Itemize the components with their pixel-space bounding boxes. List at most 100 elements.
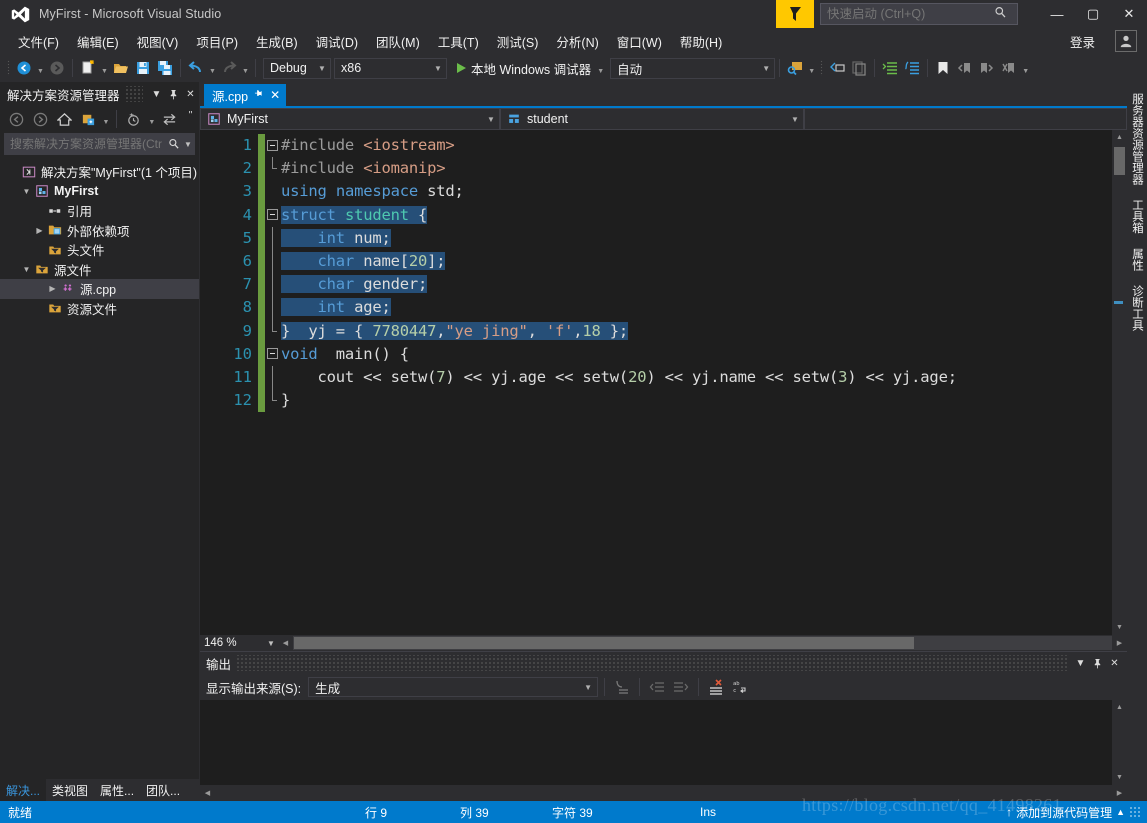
- status-source-control[interactable]: 添加到源代码管理: [1016, 804, 1112, 821]
- scroll-right-icon[interactable]: ▶: [1112, 789, 1127, 797]
- scroll-up-icon[interactable]: ▲: [1112, 130, 1127, 145]
- output-body[interactable]: ▲ ▼: [200, 700, 1127, 785]
- code-line[interactable]: #include <iostream>: [281, 134, 1103, 157]
- output-horizontal-scrollbar[interactable]: ◀ ▶: [200, 785, 1127, 801]
- publish-arrow-icon[interactable]: ↑: [1006, 805, 1012, 819]
- chevron-down-icon[interactable]: ▼: [430, 64, 446, 73]
- pending-changes-dropdown-icon[interactable]: ▼: [146, 108, 157, 130]
- pin-icon[interactable]: [165, 84, 182, 104]
- zoom-chevron-down-icon[interactable]: ▼: [264, 639, 278, 648]
- document-tab-source-cpp[interactable]: 源.cpp ✕: [204, 84, 287, 106]
- previous-message-icon[interactable]: [646, 676, 668, 698]
- status-caret-up-icon[interactable]: ▲: [1116, 807, 1125, 817]
- expander[interactable]: ▼: [20, 187, 33, 196]
- code-line[interactable]: char name[20];: [281, 250, 1103, 273]
- save-icon[interactable]: [132, 57, 154, 79]
- find-in-files-icon[interactable]: [784, 57, 806, 79]
- code-line[interactable]: }: [281, 389, 1103, 412]
- home-icon[interactable]: [53, 108, 76, 130]
- window-resize-grip[interactable]: [1129, 806, 1141, 818]
- show-all-files-icon[interactable]: [77, 108, 100, 130]
- quick-launch-input[interactable]: [821, 7, 989, 21]
- output-vertical-scrollbar[interactable]: ▲ ▼: [1112, 700, 1127, 785]
- code-surface[interactable]: 1 2 3 4 5 6 7 8 9 10 11 12 #include <ios…: [200, 130, 1103, 635]
- tree-row-header-files[interactable]: 头文件: [0, 240, 199, 260]
- menu-team[interactable]: 团队(M): [367, 30, 429, 53]
- editor-vertical-scrollbar[interactable]: ▲ ▼: [1112, 130, 1127, 635]
- navbar-member-combo[interactable]: student ▼: [500, 108, 804, 130]
- quick-launch-box[interactable]: [820, 3, 1018, 25]
- collapse-icon[interactable]: [267, 348, 278, 360]
- toggle-bookmark-icon[interactable]: [932, 57, 954, 79]
- outlining-margin[interactable]: [265, 130, 281, 635]
- scroll-right-icon[interactable]: ▶: [1112, 639, 1127, 647]
- output-drag-handle[interactable]: [236, 655, 1067, 671]
- tree-row-project[interactable]: ▼ MyFirst: [0, 182, 199, 202]
- expander[interactable]: ▶: [46, 284, 59, 293]
- solution-platform-combo[interactable]: x86 ▼: [334, 57, 447, 79]
- menu-analyze[interactable]: 分析(N): [547, 30, 607, 53]
- close-icon[interactable]: ✕: [182, 84, 199, 104]
- menu-project[interactable]: 项目(P): [187, 30, 247, 53]
- next-message-icon[interactable]: [670, 676, 692, 698]
- vtab-properties[interactable]: 属性: [1127, 241, 1147, 278]
- menu-help[interactable]: 帮助(H): [671, 30, 731, 53]
- code-line[interactable]: struct student {: [281, 204, 1103, 227]
- go-to-message-icon[interactable]: [611, 676, 633, 698]
- tab-properties[interactable]: 属性...: [94, 779, 140, 801]
- navbar-extra-combo[interactable]: [804, 108, 1127, 130]
- find-dropdown-icon[interactable]: ▼: [806, 57, 817, 79]
- clear-all-icon[interactable]: [705, 676, 727, 698]
- debug-target-combo[interactable]: 自动 ▼: [610, 57, 776, 79]
- next-bookmark-icon[interactable]: [976, 57, 998, 79]
- increase-indent-icon[interactable]: [879, 57, 901, 79]
- code-editor[interactable]: 1 2 3 4 5 6 7 8 9 10 11 12 #include <ios…: [200, 130, 1127, 635]
- menu-file[interactable]: 文件(F): [9, 30, 68, 53]
- menu-build[interactable]: 生成(B): [247, 30, 307, 53]
- chevron-down-icon[interactable]: ▼: [787, 115, 803, 124]
- code-line[interactable]: int age;: [281, 296, 1103, 319]
- vtab-server-explorer[interactable]: 服务器资源管理器: [1127, 86, 1147, 192]
- tab-solution-explorer[interactable]: 解决...: [0, 779, 47, 801]
- pin-icon[interactable]: [1089, 653, 1106, 673]
- redo-dropdown-icon[interactable]: ▼: [240, 57, 251, 79]
- scroll-up-icon[interactable]: ▲: [1112, 700, 1127, 715]
- tab-class-view[interactable]: 类视图: [46, 779, 94, 801]
- toolbar-overflow-icon[interactable]: ": [182, 109, 199, 129]
- menu-edit[interactable]: 编辑(E): [68, 30, 128, 53]
- menu-tools[interactable]: 工具(T): [429, 30, 488, 53]
- panel-menu-chevron-down-icon[interactable]: ▼: [148, 84, 165, 104]
- maximize-button[interactable]: ▢: [1075, 0, 1111, 28]
- menu-debug[interactable]: 调试(D): [307, 30, 367, 53]
- collapse-icon[interactable]: [267, 209, 278, 221]
- close-button[interactable]: ✕: [1111, 0, 1147, 28]
- expander[interactable]: ▶: [33, 226, 46, 235]
- show-all-files-dropdown-icon[interactable]: ▼: [101, 108, 112, 130]
- start-debugging-button[interactable]: 本地 Windows 调试器: [453, 57, 595, 79]
- code-line[interactable]: using namespace std;: [281, 180, 1103, 203]
- vtab-diagnostic-tools[interactable]: 诊断工具: [1127, 278, 1147, 338]
- solution-explorer-search[interactable]: ▼: [4, 133, 195, 155]
- undo-dropdown-icon[interactable]: ▼: [207, 57, 218, 79]
- horizontal-scroll-thumb[interactable]: [294, 637, 914, 649]
- navigate-forward-icon[interactable]: [46, 57, 68, 79]
- search-input[interactable]: [5, 137, 165, 151]
- code-line[interactable]: #include <iomanip>: [281, 157, 1103, 180]
- pin-icon[interactable]: [254, 89, 264, 102]
- collapse-icon[interactable]: [267, 139, 278, 151]
- search-options-chevron-down-icon[interactable]: ▼: [182, 140, 194, 149]
- toolbar-grip-2[interactable]: [817, 58, 826, 78]
- undo-icon[interactable]: [185, 57, 207, 79]
- panel-drag-handle[interactable]: [124, 86, 143, 102]
- new-project-dropdown-icon[interactable]: ▼: [99, 57, 110, 79]
- chevron-down-icon[interactable]: ▼: [758, 64, 774, 73]
- open-file-icon[interactable]: [110, 57, 132, 79]
- scroll-track[interactable]: [1112, 145, 1127, 620]
- scroll-left-icon[interactable]: ◀: [278, 639, 293, 647]
- vtab-toolbox[interactable]: 工具箱: [1127, 192, 1147, 241]
- navigate-backward-icon[interactable]: [13, 57, 35, 79]
- close-icon[interactable]: ✕: [1106, 653, 1123, 673]
- code-line[interactable]: int num;: [281, 227, 1103, 250]
- menu-view[interactable]: 视图(V): [128, 30, 188, 53]
- redo-icon[interactable]: [218, 57, 240, 79]
